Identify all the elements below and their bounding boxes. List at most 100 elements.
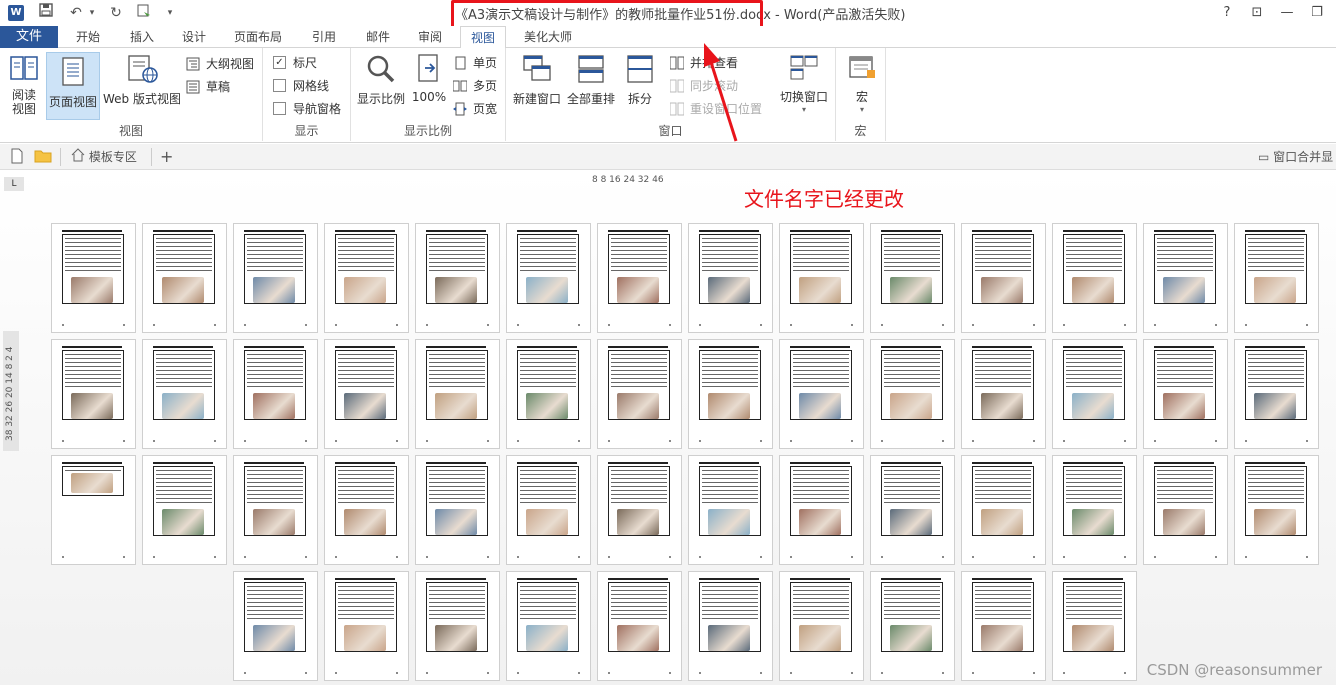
new-window-button[interactable]: 新建窗口 [510, 54, 564, 120]
ruler-checkbox[interactable]: ✓ 标尺 [273, 53, 317, 73]
page-thumbnail[interactable] [961, 571, 1046, 681]
print-layout-button[interactable]: 页面视图 [46, 52, 100, 120]
page-photo [617, 625, 659, 651]
web-layout-button[interactable]: Web 版式视图 [100, 54, 184, 120]
tab-mailings[interactable]: 邮件 [356, 26, 400, 48]
nav-pane-checkbox[interactable]: 导航窗格 [273, 99, 341, 119]
outline-button[interactable]: 大纲视图 [186, 54, 254, 74]
split-button[interactable]: 拆分 [620, 54, 660, 120]
page-thumbnail[interactable] [506, 339, 591, 449]
page-thumbnail[interactable] [233, 223, 318, 333]
add-tab-button[interactable]: + [160, 148, 173, 166]
template-zone-tab[interactable]: 模板专区 [60, 148, 152, 166]
page-thumbnail[interactable] [1052, 223, 1137, 333]
tab-design[interactable]: 设计 [172, 26, 216, 48]
page-thumbnail[interactable] [415, 223, 500, 333]
page-thumbnail[interactable] [597, 571, 682, 681]
folder-icon[interactable] [34, 148, 52, 166]
page-thumbnail[interactable] [1234, 339, 1319, 449]
page-thumbnail[interactable] [1052, 455, 1137, 565]
gridlines-checkbox[interactable]: 网格线 [273, 76, 329, 96]
page-thumbnail[interactable] [1143, 223, 1228, 333]
page-thumbnail[interactable] [597, 223, 682, 333]
read-mode-button[interactable]: 阅读 视图 [4, 54, 44, 120]
page-thumbnail[interactable] [597, 339, 682, 449]
tab-references[interactable]: 引用 [302, 26, 346, 48]
page-thumbnail[interactable] [142, 223, 227, 333]
page-thumbnail[interactable] [324, 339, 409, 449]
page-thumbnail[interactable] [1052, 571, 1137, 681]
page-thumbnail[interactable] [961, 339, 1046, 449]
page-thumbnail[interactable] [324, 571, 409, 681]
tab-view[interactable]: 视图 [460, 26, 506, 49]
draft-button[interactable]: 草稿 [186, 77, 230, 97]
tab-review[interactable]: 审阅 [408, 26, 452, 48]
page-thumbnail[interactable] [415, 571, 500, 681]
restore-button[interactable]: ❐ [1306, 3, 1328, 23]
undo-dropdown-icon[interactable]: ▾ [82, 3, 102, 23]
page-thumbnail[interactable] [51, 223, 136, 333]
page-thumbnail[interactable] [51, 455, 136, 565]
page-marker [760, 440, 762, 442]
page-thumbnail[interactable] [1143, 455, 1228, 565]
page-thumbnail[interactable] [415, 339, 500, 449]
new-doc-icon[interactable] [10, 148, 24, 166]
touch-mode-icon[interactable] [134, 3, 154, 23]
page-thumbnail[interactable] [688, 455, 773, 565]
page-thumbnail[interactable] [233, 571, 318, 681]
page-width-button[interactable]: 页宽 [453, 99, 497, 119]
page-thumbnail[interactable] [688, 571, 773, 681]
page-thumbnail[interactable] [1234, 223, 1319, 333]
page-thumbnail[interactable] [961, 223, 1046, 333]
arrange-all-button[interactable]: 全部重排 [564, 54, 618, 120]
page-thumbnail[interactable] [1143, 339, 1228, 449]
page-thumbnail[interactable] [870, 455, 955, 565]
page-thumbnail[interactable] [779, 455, 864, 565]
page-thumbnail[interactable] [779, 339, 864, 449]
page-thumbnail[interactable] [597, 455, 682, 565]
vertical-ruler[interactable]: 38 32 26 20 14 8 2 4 [3, 331, 19, 451]
page-thumbnail[interactable] [142, 455, 227, 565]
page-thumbnail[interactable] [779, 571, 864, 681]
save-icon[interactable] [36, 3, 56, 23]
document-canvas[interactable]: L 8 8 16 24 32 46 38 32 26 20 14 8 2 4 文… [0, 43, 1336, 685]
help-button[interactable]: ? [1216, 3, 1238, 23]
page-thumbnail[interactable] [142, 339, 227, 449]
merge-window-button[interactable]: ▭ 窗口合并显 [1258, 148, 1333, 166]
tab-layout[interactable]: 页面布局 [228, 26, 288, 48]
minimize-button[interactable]: — [1276, 3, 1298, 23]
tab-insert[interactable]: 插入 [120, 26, 164, 48]
page-thumbnail[interactable] [233, 455, 318, 565]
ribbon-display-options-button[interactable]: ⊡ [1246, 3, 1268, 23]
page-thumbnail[interactable] [324, 223, 409, 333]
page-thumbnail[interactable] [779, 223, 864, 333]
page-thumbnail[interactable] [506, 223, 591, 333]
tab-selector[interactable]: L [4, 177, 24, 191]
page-thumbnail[interactable] [961, 455, 1046, 565]
page-thumbnail[interactable] [870, 571, 955, 681]
switch-windows-button[interactable]: 切换窗口 ▾ [776, 54, 832, 120]
page-thumbnail[interactable] [688, 339, 773, 449]
tab-file[interactable]: 文件 [0, 26, 58, 48]
page-thumbnail[interactable] [233, 339, 318, 449]
tab-beautify[interactable]: 美化大师 [516, 26, 580, 48]
zoom-100-button[interactable]: 100% [409, 54, 449, 120]
page-thumbnail[interactable] [870, 223, 955, 333]
page-thumbnail[interactable] [415, 455, 500, 565]
page-thumbnail[interactable] [506, 455, 591, 565]
page-thumbnail[interactable] [1234, 455, 1319, 565]
customize-quick-access-icon[interactable]: ▾ [160, 3, 180, 23]
horizontal-ruler[interactable]: 8 8 16 24 32 46 [592, 175, 664, 185]
page-thumbnail[interactable] [1052, 339, 1137, 449]
one-page-button[interactable]: 单页 [453, 53, 497, 73]
page-thumbnail[interactable] [870, 339, 955, 449]
tab-home[interactable]: 开始 [66, 26, 110, 48]
zoom-button[interactable]: 显示比例 [355, 54, 407, 120]
page-thumbnail[interactable] [51, 339, 136, 449]
page-thumbnail[interactable] [688, 223, 773, 333]
page-thumbnail[interactable] [324, 455, 409, 565]
multi-page-button[interactable]: 多页 [452, 76, 497, 96]
page-thumbnail[interactable] [506, 571, 591, 681]
macros-button[interactable]: 宏 ▾ [842, 54, 882, 120]
redo-icon[interactable]: ↻ [106, 3, 126, 23]
